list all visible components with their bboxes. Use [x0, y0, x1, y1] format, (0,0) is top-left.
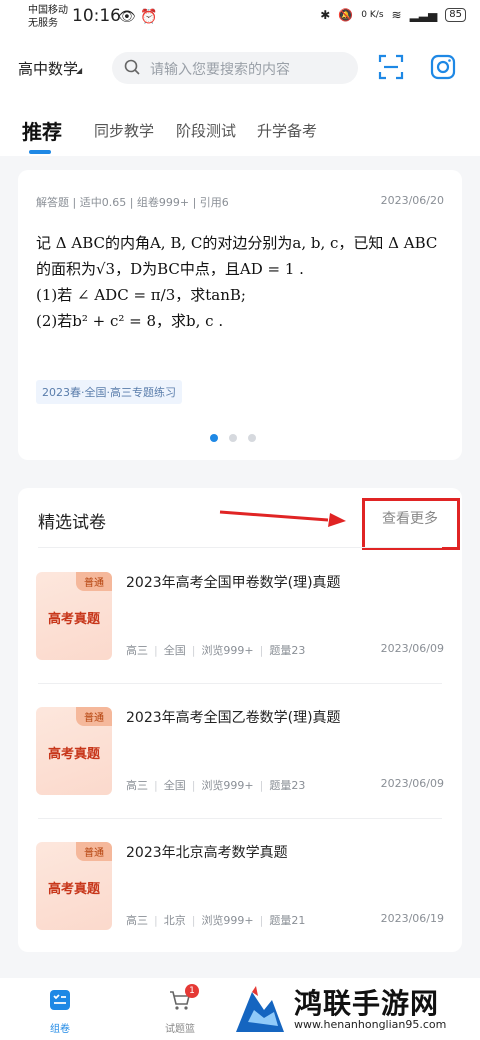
- paper-grade: 高三: [126, 914, 148, 927]
- mute-icon: 🔕: [338, 8, 354, 22]
- question-line: 的面积为√3，D为BC中点，且AD = 1 .: [36, 260, 304, 278]
- paper-list-item[interactable]: 普通 高考真题 2023年高考全国乙卷数学(理)真题 高三 | 全国 | 浏览999+ |…: [18, 683, 462, 818]
- watermark-url: www.henanhonglian95.com: [294, 1018, 447, 1031]
- question-meta: 解答题 | 适中0.65 | 组卷999+ | 引用6: [36, 196, 229, 209]
- paper-badge: 普通: [76, 842, 112, 861]
- paper-meta: 高三 | 全国 | 浏览999+ | 题量23: [126, 644, 306, 657]
- paper-region: 全国: [163, 644, 186, 657]
- paper-grade: 高三: [126, 644, 148, 657]
- question-line: (1)若 ∠ ADC = π/3，求tanB;: [36, 286, 246, 304]
- tab-recommend[interactable]: 推荐: [22, 116, 62, 145]
- nav-label: 组卷: [50, 1024, 70, 1035]
- eye-icon: 👁: [118, 9, 136, 25]
- watermark-logo: [236, 986, 284, 1032]
- paper-views: 浏览999+: [201, 914, 254, 927]
- thumbnail-label: 高考真题: [47, 882, 100, 897]
- nav-label: 试题篮: [165, 1024, 195, 1035]
- paper-title[interactable]: 2023年北京高考数学真题: [126, 842, 288, 862]
- caret-down-icon[interactable]: ◢: [76, 66, 82, 75]
- clock: 10:16: [72, 6, 121, 26]
- carrier-status: 无服务: [28, 18, 58, 29]
- carrier-name: 中国移动: [28, 5, 68, 16]
- tab-sync-teaching[interactable]: 同步教学: [94, 120, 154, 141]
- search-header: 高中数学 ◢ 请输入您要搜索的内容: [0, 36, 480, 100]
- paper-region: 全国: [163, 779, 186, 792]
- question-line: 记 Δ ABC的内角A, B, C的对边分别为a, b, c，已知 Δ ABC: [36, 234, 438, 252]
- signal-icon: ▂▃▅: [409, 8, 438, 22]
- section-title: 精选试卷: [38, 513, 106, 533]
- cart-count-badge: 1: [185, 984, 199, 998]
- alarm-icon: ⏰: [140, 9, 158, 25]
- view-more-link[interactable]: 查看更多: [382, 508, 438, 528]
- divider: [38, 683, 442, 684]
- question-line: (2)若b² + c² = 8，求b, c .: [36, 312, 224, 330]
- divider: [38, 818, 442, 819]
- question-text: 记 Δ ABC的内角A, B, C的对边分别为a, b, c，已知 Δ ABC …: [36, 230, 446, 334]
- paper-date: 2023/06/09: [380, 777, 444, 790]
- paper-thumbnail: 普通 高考真题: [36, 707, 112, 795]
- carousel-dot-active[interactable]: [210, 434, 218, 442]
- watermark-title: 鸿联手游网: [294, 987, 440, 1020]
- tab-underline: [29, 150, 51, 154]
- question-date: 2023/06/20: [380, 194, 444, 207]
- paper-list-item[interactable]: 普通 高考真题 2023年高考全国甲卷数学(理)真题 高三 | 全国 | 浏览999+ |…: [18, 548, 462, 683]
- watermark: 鸿联手游网 www.henanhonglian95.com: [228, 978, 480, 1040]
- paper-badge: 普通: [76, 572, 112, 591]
- search-bar[interactable]: 请输入您要搜索的内容: [112, 52, 358, 84]
- paper-count: 题量21: [269, 914, 306, 927]
- thumbnail-label: 高考真题: [47, 747, 100, 762]
- paper-grade: 高三: [126, 779, 148, 792]
- paper-title[interactable]: 2023年高考全国甲卷数学(理)真题: [126, 572, 341, 592]
- carousel-dots: [210, 434, 256, 442]
- paper-meta: 高三 | 全国 | 浏览999+ | 题量23: [126, 779, 306, 792]
- paper-meta: 高三 | 北京 | 浏览999+ | 题量21: [126, 914, 306, 927]
- paper-count: 题量23: [269, 779, 306, 792]
- status-bar: 中国移动 无服务 10:16 👁 ⏰ ✱ 🔕 0 K/s ≋ ▂▃▅ 85: [0, 0, 480, 36]
- paper-views: 浏览999+: [201, 644, 254, 657]
- carousel-dot[interactable]: [229, 434, 237, 442]
- search-icon: [124, 59, 140, 75]
- bluetooth-icon: ✱: [320, 8, 331, 22]
- paper-date: 2023/06/09: [380, 642, 444, 655]
- search-input[interactable]: 请输入您要搜索的内容: [150, 59, 290, 79]
- paper-badge: 普通: [76, 707, 112, 726]
- paper-thumbnail: 普通 高考真题: [36, 842, 112, 930]
- battery-indicator: 85: [445, 8, 466, 22]
- paper-list-item[interactable]: 普通 高考真题 2023年北京高考数学真题 高三 | 北京 | 浏览999+ | 题量21 …: [18, 818, 462, 953]
- status-icons: ✱ 🔕 0 K/s ≋ ▂▃▅ 85: [320, 8, 466, 22]
- paper-count: 题量23: [269, 644, 306, 657]
- paper-views: 浏览999+: [201, 779, 254, 792]
- tab-bar: 推荐 同步教学 阶段测试 升学备考: [0, 100, 480, 156]
- paper-thumbnail: 普通 高考真题: [36, 572, 112, 660]
- subject-selector[interactable]: 高中数学: [18, 58, 78, 79]
- nav-item-basket[interactable]: 1 试题篮: [150, 984, 210, 1035]
- paper-date: 2023/06/19: [380, 912, 444, 925]
- carousel-dot[interactable]: [248, 434, 256, 442]
- annotation-arrow: [219, 510, 346, 527]
- tab-stage-test[interactable]: 阶段测试: [176, 120, 236, 141]
- carrier-info: 中国移动 无服务: [28, 4, 68, 30]
- thumbnail-label: 高考真题: [47, 612, 100, 627]
- tab-exam-prep[interactable]: 升学备考: [257, 120, 317, 141]
- featured-papers-section: 精选试卷 查看更多 普通 高考真题 2023年高考全国甲卷数学(理)真题 高三 |…: [18, 488, 462, 952]
- wifi-icon: ≋: [391, 8, 402, 22]
- nav-item-compose[interactable]: 组卷: [30, 988, 90, 1035]
- scan-icon[interactable]: [378, 54, 404, 80]
- compose-icon: [50, 990, 70, 1010]
- camera-icon[interactable]: [430, 54, 456, 80]
- paper-title[interactable]: 2023年高考全国乙卷数学(理)真题: [126, 707, 341, 727]
- question-card[interactable]: 解答题 | 适中0.65 | 组卷999+ | 引用6 2023/06/20 记…: [18, 170, 462, 460]
- paper-region: 北京: [163, 914, 186, 927]
- network-speed: 0 K/s: [361, 10, 384, 20]
- question-tag[interactable]: 2023春·全国·高三专题练习: [36, 380, 182, 404]
